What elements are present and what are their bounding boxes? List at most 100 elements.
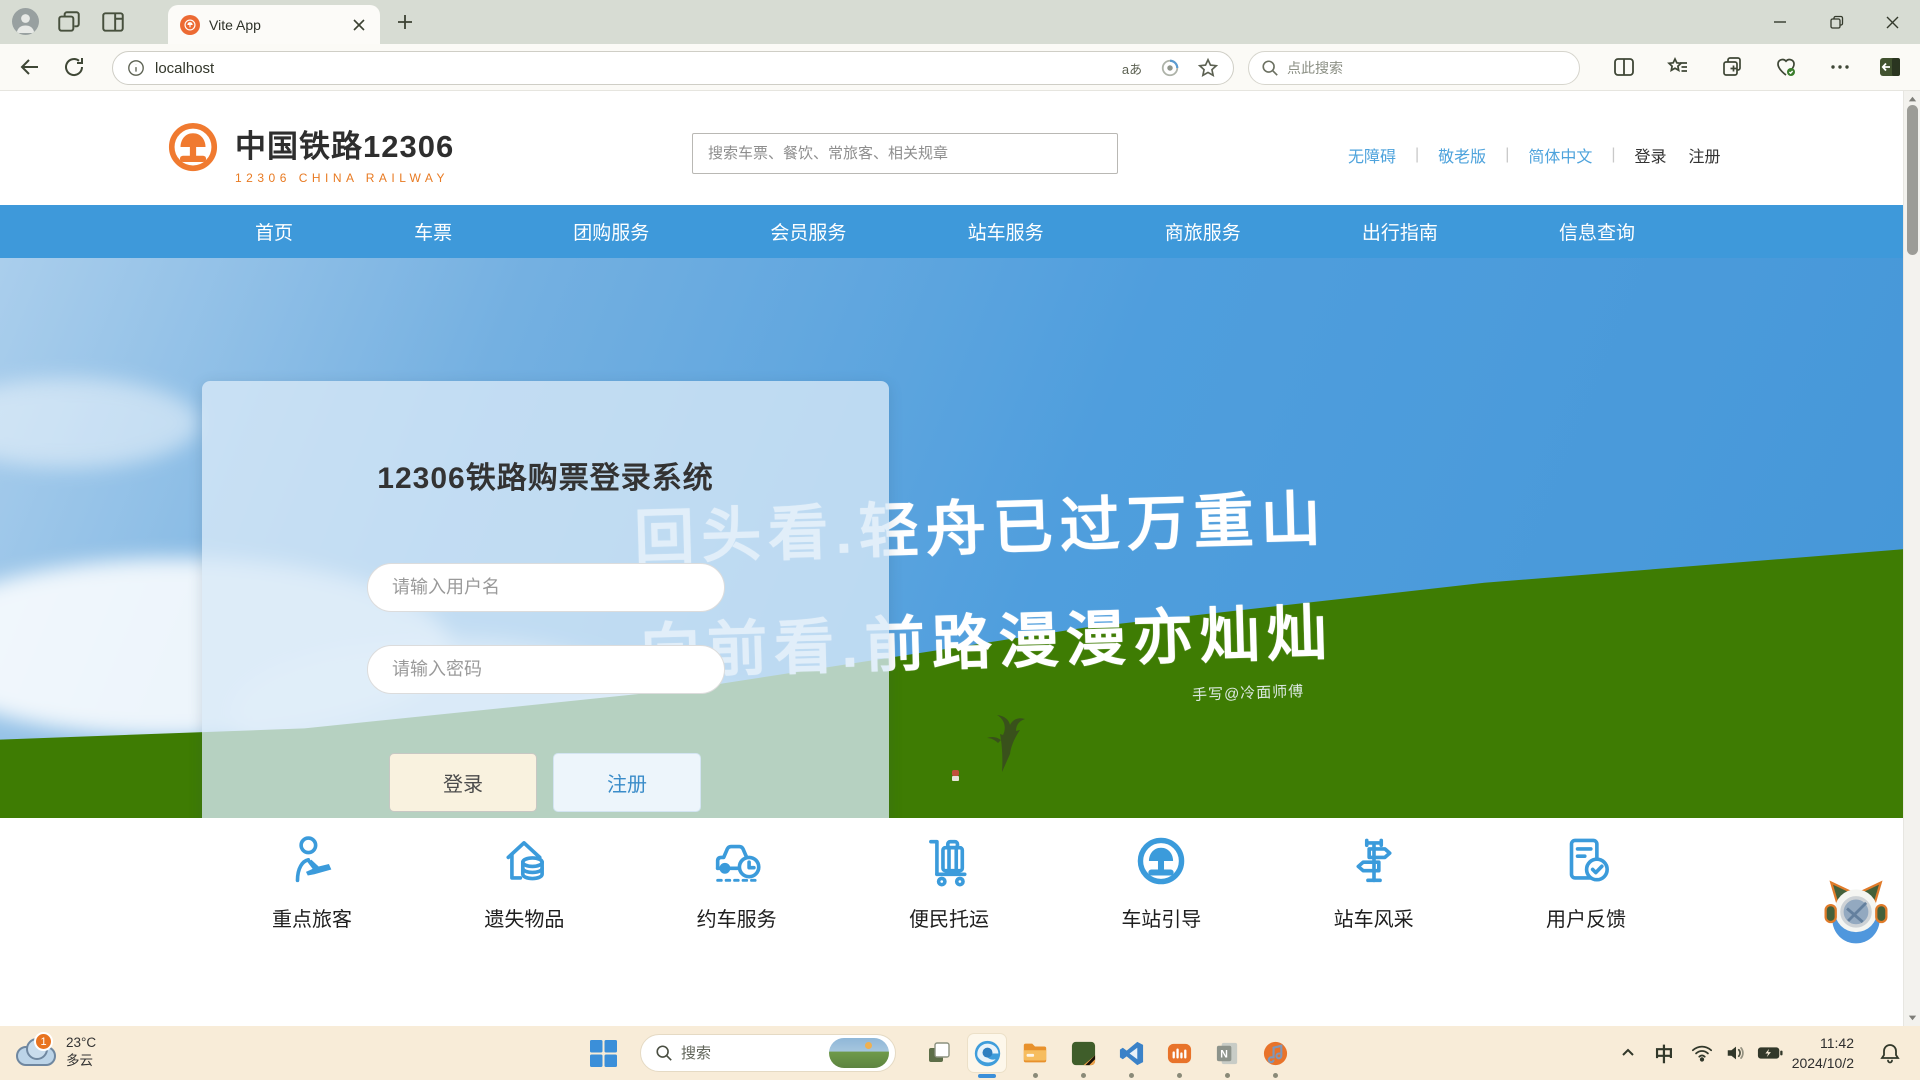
tray-chevron-up-icon[interactable] bbox=[1614, 1040, 1642, 1066]
page-scrollbar[interactable] bbox=[1903, 91, 1920, 1026]
service-car-booking[interactable]: 约车服务 bbox=[671, 818, 803, 1018]
car-clock-icon bbox=[708, 832, 766, 890]
favorite-star-icon[interactable] bbox=[1197, 57, 1219, 79]
screen: Vite App bbox=[0, 0, 1920, 1080]
site-logo[interactable]: 中国铁路12306 12306 CHINA RAILWAY bbox=[163, 117, 454, 185]
taskbar-orange-media-app[interactable] bbox=[1160, 1034, 1198, 1072]
copilot-sidebar-icon[interactable] bbox=[1878, 55, 1902, 79]
new-tab-button[interactable] bbox=[395, 12, 415, 32]
username-field[interactable] bbox=[367, 563, 725, 612]
vscode-icon bbox=[1118, 1040, 1145, 1067]
profile-avatar[interactable] bbox=[12, 8, 39, 35]
service-station-guide[interactable]: 车站引导 bbox=[1095, 818, 1227, 1018]
task-view-button[interactable] bbox=[920, 1034, 958, 1072]
browser-search-input[interactable] bbox=[1287, 60, 1507, 76]
service-lost-items[interactable]: 遗失物品 bbox=[458, 818, 590, 1018]
nav-group-services[interactable]: 团购服务 bbox=[573, 218, 649, 245]
window-minimize-button[interactable] bbox=[1752, 0, 1808, 44]
tab-close-icon[interactable] bbox=[350, 16, 368, 34]
clock-date: 2024/10/2 bbox=[1792, 1054, 1854, 1074]
nav-member-services[interactable]: 会员服务 bbox=[770, 218, 846, 245]
taskbar-vscode-app[interactable] bbox=[1112, 1034, 1150, 1072]
cat-headphones-mascot-icon[interactable] bbox=[1820, 877, 1892, 949]
weather-widget[interactable]: 1 23°C 多云 bbox=[16, 1032, 96, 1072]
browser-search-box[interactable] bbox=[1248, 51, 1580, 85]
nav-station-services[interactable]: 站车服务 bbox=[968, 218, 1044, 245]
battery-icon[interactable] bbox=[1756, 1040, 1784, 1066]
header-login-link[interactable]: 登录 bbox=[1635, 143, 1667, 167]
taskbar-clock[interactable]: 11:42 2024/10/2 bbox=[1792, 1034, 1854, 1073]
orange-chart-app-icon bbox=[1166, 1040, 1193, 1067]
taskbar-music-app[interactable] bbox=[1256, 1034, 1294, 1072]
scroll-up-icon[interactable] bbox=[1907, 94, 1918, 105]
browser-essentials-icon[interactable] bbox=[1774, 55, 1798, 79]
link-accessibility[interactable]: 无障碍 bbox=[1348, 143, 1396, 167]
favorites-icon[interactable] bbox=[1666, 55, 1690, 79]
read-aloud-icon[interactable] bbox=[1159, 57, 1181, 79]
weather-condition: 多云 bbox=[66, 1052, 96, 1070]
nav-tickets[interactable]: 车票 bbox=[414, 218, 452, 245]
services-row: 重点旅客 遗失物品 约车服务 bbox=[246, 818, 1652, 1018]
site-info-icon[interactable] bbox=[127, 59, 145, 77]
person-icon bbox=[15, 11, 36, 33]
refresh-icon[interactable] bbox=[62, 55, 86, 79]
site-header: 中国铁路12306 12306 CHINA RAILWAY 无障碍 | 敬老版 … bbox=[0, 91, 1903, 205]
weather-temp: 23°C bbox=[66, 1034, 96, 1052]
running-app-dot bbox=[1225, 1073, 1230, 1078]
notifications-bell-icon[interactable] bbox=[1876, 1040, 1904, 1066]
separator: | bbox=[1505, 146, 1509, 164]
taskbar-green-app[interactable] bbox=[1064, 1034, 1102, 1072]
window-restore-button[interactable] bbox=[1808, 0, 1864, 44]
taskbar-search-box[interactable] bbox=[640, 1034, 896, 1072]
service-key-passengers[interactable]: 重点旅客 bbox=[246, 818, 378, 1018]
service-station-style[interactable]: 站车风采 bbox=[1308, 818, 1440, 1018]
browser-toolbar: localhost aあ bbox=[0, 44, 1920, 91]
taskbar-edge-app[interactable] bbox=[968, 1034, 1006, 1072]
n-app-icon: N bbox=[1214, 1040, 1241, 1067]
search-icon bbox=[655, 1044, 673, 1062]
window-close-button[interactable] bbox=[1864, 0, 1920, 44]
start-button[interactable] bbox=[584, 1034, 622, 1072]
back-icon[interactable] bbox=[18, 55, 42, 79]
windows-logo-icon bbox=[590, 1040, 617, 1067]
link-elder-version[interactable]: 敬老版 bbox=[1438, 143, 1486, 167]
taskbar-file-explorer-app[interactable] bbox=[1016, 1034, 1054, 1072]
browser-tab[interactable]: Vite App bbox=[168, 5, 380, 44]
url-text[interactable]: localhost bbox=[155, 60, 1105, 77]
register-button[interactable]: 注册 bbox=[553, 753, 701, 812]
split-screen-icon[interactable] bbox=[1612, 55, 1636, 79]
login-button[interactable]: 登录 bbox=[389, 753, 537, 812]
hero-banner: 回头看.轻舟已过万重山 向前看.前路漫漫亦灿灿 手写@冷面师傅 12306铁路购… bbox=[0, 258, 1903, 818]
service-user-feedback[interactable]: 用户反馈 bbox=[1520, 818, 1652, 1018]
running-app-dot bbox=[1081, 1073, 1086, 1078]
nav-info-query[interactable]: 信息查询 bbox=[1559, 218, 1635, 245]
nav-travel-guide[interactable]: 出行指南 bbox=[1362, 218, 1438, 245]
taskbar-notes-app[interactable]: N bbox=[1208, 1034, 1246, 1072]
scroll-down-icon[interactable] bbox=[1907, 1012, 1918, 1023]
search-highlight-thumbnail[interactable] bbox=[829, 1038, 889, 1068]
workspaces-icon[interactable] bbox=[56, 9, 82, 35]
scrollbar-thumb[interactable] bbox=[1907, 105, 1918, 255]
settings-more-icon[interactable] bbox=[1828, 55, 1852, 79]
login-panel: 12306铁路购票登录系统 登录 注册 bbox=[202, 381, 889, 818]
site-search-input[interactable] bbox=[692, 133, 1118, 174]
tab-title: Vite App bbox=[209, 17, 350, 33]
address-bar[interactable]: localhost aあ bbox=[112, 51, 1234, 85]
link-language[interactable]: 简体中文 bbox=[1528, 143, 1592, 167]
header-register-link[interactable]: 注册 bbox=[1689, 143, 1721, 167]
tab-actions-icon[interactable] bbox=[100, 9, 126, 35]
password-field[interactable] bbox=[367, 645, 725, 694]
folder-icon bbox=[1021, 1039, 1049, 1067]
service-luggage-shipping[interactable]: 便民托运 bbox=[883, 818, 1015, 1018]
active-app-indicator bbox=[978, 1074, 996, 1078]
translate-icon[interactable]: aあ bbox=[1121, 57, 1143, 79]
nav-business-travel[interactable]: 商旅服务 bbox=[1165, 218, 1241, 245]
tab-favicon-12306-icon bbox=[180, 15, 200, 35]
volume-icon[interactable] bbox=[1722, 1040, 1750, 1066]
webpage: 中国铁路12306 12306 CHINA RAILWAY 无障碍 | 敬老版 … bbox=[0, 91, 1903, 1026]
wifi-icon[interactable] bbox=[1688, 1040, 1716, 1066]
nav-home[interactable]: 首页 bbox=[255, 218, 293, 245]
collections-icon[interactable] bbox=[1720, 55, 1744, 79]
ime-indicator[interactable]: 中 bbox=[1650, 1040, 1678, 1066]
taskbar-search-input[interactable] bbox=[681, 1045, 811, 1062]
